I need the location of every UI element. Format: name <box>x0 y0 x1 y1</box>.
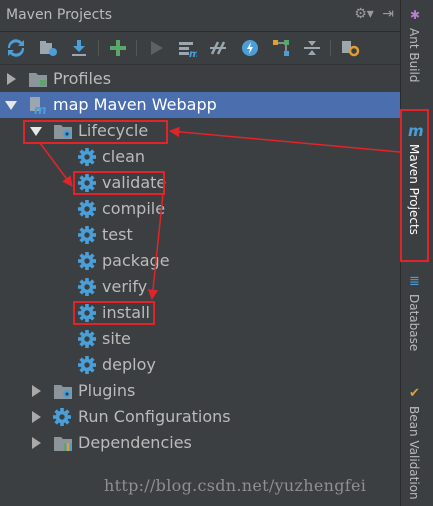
goal-verify[interactable]: verify <box>0 274 400 300</box>
highlight-validate <box>73 171 165 195</box>
dependencies-folder-icon <box>53 434 73 452</box>
goal-install[interactable]: install <box>0 300 400 326</box>
gear-icon <box>53 408 73 426</box>
goal-label: compile <box>102 199 166 218</box>
tree-item-dependencies[interactable]: Dependencies <box>0 430 400 456</box>
tree-item-profiles[interactable]: Profiles <box>0 66 400 92</box>
goal-clean[interactable]: clean <box>0 144 400 170</box>
goal-label: site <box>102 329 131 348</box>
toolbar: m <box>0 32 400 65</box>
add-icon[interactable] <box>108 38 128 58</box>
show-dependencies-icon[interactable] <box>271 38 291 58</box>
tab-bean-validation[interactable]: ✔ Bean Validation <box>403 384 431 506</box>
goal-validate[interactable]: validate <box>0 170 400 196</box>
tab-database[interactable]: ≣ Database <box>403 272 431 362</box>
tree-label-profiles: Profiles <box>53 69 112 88</box>
tab-ant-build[interactable]: ✱ Ant Build <box>403 6 431 98</box>
svg-text:m: m <box>34 103 47 114</box>
goal-site[interactable]: site <box>0 326 400 352</box>
tree-label-run-configurations: Run Configurations <box>78 407 231 426</box>
tree-label-plugins: Plugins <box>78 381 136 400</box>
profiles-folder-icon <box>28 70 48 88</box>
goal-label: deploy <box>102 355 156 374</box>
tree-item-project[interactable]: m map Maven Webapp <box>0 92 400 118</box>
maven-project-icon: m <box>28 96 48 117</box>
highlight-lifecycle <box>23 120 168 144</box>
tree-item-run-configurations[interactable]: Run Configurations <box>0 404 400 430</box>
bean-validation-icon: ✔ <box>409 386 420 401</box>
collapse-arrow-icon[interactable] <box>5 101 17 110</box>
expand-arrow-icon[interactable] <box>32 385 41 397</box>
tab-label: Ant Build <box>407 28 421 83</box>
highlight-install <box>73 301 155 325</box>
goal-package[interactable]: package <box>0 248 400 274</box>
gear-icon <box>78 330 98 348</box>
expand-arrow-icon[interactable] <box>32 411 41 423</box>
gear-icon <box>78 148 98 166</box>
gear-icon <box>78 200 98 218</box>
expand-arrow-icon[interactable] <box>7 73 16 85</box>
download-icon[interactable] <box>69 38 89 58</box>
run-icon[interactable] <box>146 38 166 58</box>
reimport-icon[interactable] <box>6 38 26 58</box>
tree-item-plugins[interactable]: Plugins <box>0 378 400 404</box>
hide-icon[interactable]: ⇥ <box>382 6 394 22</box>
expand-arrow-icon[interactable] <box>32 437 41 449</box>
goal-label: package <box>102 251 170 270</box>
ant-icon: ✱ <box>410 8 421 22</box>
panel-title: Maven Projects <box>6 7 113 23</box>
execute-goal-icon[interactable]: m <box>177 38 199 60</box>
gear-icon <box>78 252 98 270</box>
highlight-maven-tab <box>400 109 429 262</box>
svg-text:m: m <box>189 49 197 58</box>
toggle-offline-icon[interactable] <box>208 38 228 58</box>
settings-icon[interactable] <box>340 38 360 58</box>
generate-sources-icon[interactable] <box>38 38 58 58</box>
skip-tests-icon[interactable] <box>240 38 260 58</box>
tab-label: Database <box>407 294 421 352</box>
tab-label: Bean Validation <box>407 406 421 500</box>
goal-compile[interactable]: compile <box>0 196 400 222</box>
gear-icon[interactable]: ⚙▾ <box>354 6 374 22</box>
gear-icon <box>78 278 98 296</box>
database-icon: ≣ <box>409 274 420 289</box>
goal-deploy[interactable]: deploy <box>0 352 400 378</box>
goal-label: test <box>102 225 133 244</box>
gear-icon <box>78 356 98 374</box>
maven-projects-panel: Maven Projects ⚙▾ ⇥ m <box>0 0 400 506</box>
goal-label: verify <box>102 277 148 296</box>
plugins-folder-icon <box>53 382 73 400</box>
panel-title-bar: Maven Projects ⚙▾ ⇥ <box>0 0 400 32</box>
tree-label-project: map Maven Webapp <box>53 95 217 114</box>
collapse-all-icon[interactable] <box>302 38 322 58</box>
goal-test[interactable]: test <box>0 222 400 248</box>
gear-icon <box>78 226 98 244</box>
tree-label-dependencies: Dependencies <box>78 433 192 452</box>
goal-label: clean <box>102 147 146 166</box>
watermark: http://blog.csdn.net/yuzhengfei <box>104 476 367 495</box>
